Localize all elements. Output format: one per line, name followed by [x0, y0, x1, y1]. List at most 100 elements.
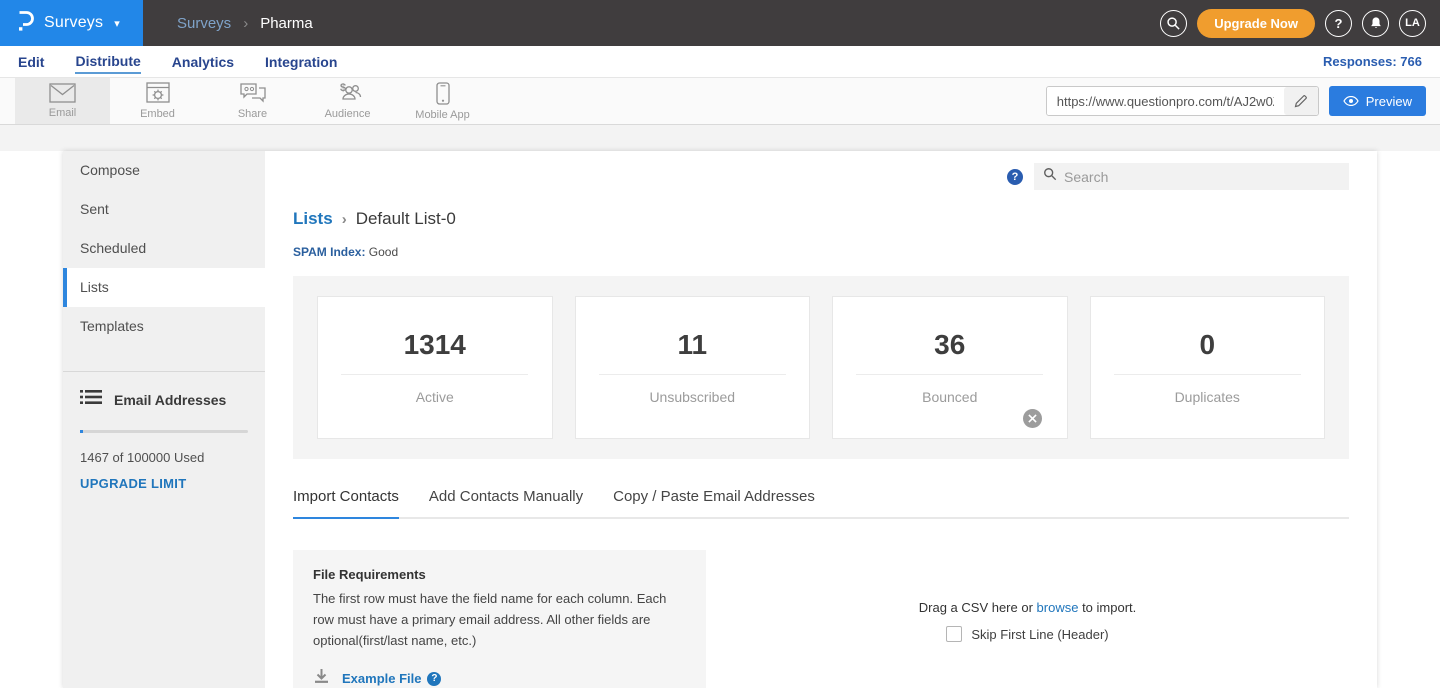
tab-distribute[interactable]: Distribute — [75, 49, 140, 74]
tab-edit[interactable]: Edit — [18, 50, 44, 73]
svg-text:$: $ — [340, 82, 346, 94]
breadcrumb-chevron-icon: › — [342, 211, 347, 228]
questionpro-logo-icon — [16, 9, 35, 37]
responses-count[interactable]: Responses: 766 — [1323, 54, 1422, 69]
stat-card-active: 1314 Active — [317, 296, 553, 439]
sidebar-item-compose[interactable]: Compose — [63, 151, 265, 190]
content-card: Compose Sent Scheduled Lists Templates E… — [63, 151, 1377, 688]
toolbar-item-email[interactable]: Email — [15, 78, 110, 124]
stat-card-duplicates: 0 Duplicates — [1090, 296, 1326, 439]
contact-search-box — [1034, 163, 1349, 190]
toolbar-item-label: Mobile App — [415, 109, 469, 121]
usage-text: 1467 of 100000 Used — [80, 450, 248, 465]
dropzone-text-after: to import. — [1078, 600, 1136, 615]
preview-label: Preview — [1366, 94, 1412, 109]
product-switcher[interactable]: Surveys ▾ — [0, 0, 143, 46]
toolbar-item-label: Embed — [140, 108, 175, 120]
spam-index-value: Good — [369, 245, 398, 259]
sidebar-item-scheduled[interactable]: Scheduled — [63, 229, 265, 268]
breadcrumb-current-survey: Pharma — [260, 15, 313, 32]
stat-label: Active — [318, 389, 552, 405]
csv-dropzone[interactable]: Drag a CSV here or browse to import. Ski… — [706, 550, 1349, 688]
stat-card-bounced: 36 Bounced — [832, 296, 1068, 439]
download-icon — [313, 668, 330, 688]
dropzone-text: Drag a CSV here or browse to import. — [919, 600, 1137, 615]
tab-integration[interactable]: Integration — [265, 50, 337, 73]
help-icon[interactable]: ? — [1325, 10, 1352, 37]
stat-label: Unsubscribed — [576, 389, 810, 405]
usage-progress-fill — [80, 430, 83, 433]
file-requirements-title: File Requirements — [313, 567, 686, 582]
stat-divider — [599, 374, 786, 375]
stat-card-unsubscribed: 11 Unsubscribed — [575, 296, 811, 439]
stat-label: Duplicates — [1091, 389, 1325, 405]
main-content: ? Lists › Default List-0 SPAM Index: Goo… — [265, 151, 1377, 688]
breadcrumb-lists-link[interactable]: Lists — [293, 209, 333, 229]
survey-url-input[interactable] — [1047, 87, 1284, 115]
breadcrumb-chevron-icon: › — [243, 15, 248, 32]
tab-import-contacts[interactable]: Import Contacts — [293, 488, 399, 519]
edit-url-pencil-icon[interactable] — [1284, 87, 1318, 115]
distribute-toolbar: Email Embed Share $ Audience Mobile App — [0, 77, 1440, 125]
example-file-help-icon[interactable]: ? — [427, 672, 441, 686]
top-bar: Surveys ▾ Surveys › Pharma Upgrade Now ?… — [0, 0, 1440, 46]
sidebar-item-templates[interactable]: Templates — [63, 307, 265, 346]
breadcrumb-surveys-link[interactable]: Surveys — [177, 15, 231, 32]
notifications-bell-icon[interactable] — [1362, 10, 1389, 37]
stat-divider — [341, 374, 528, 375]
skip-first-line-checkbox[interactable] — [946, 626, 962, 642]
avatar[interactable]: LA — [1399, 10, 1426, 37]
tab-analytics[interactable]: Analytics — [172, 50, 234, 73]
search-icon — [1043, 167, 1057, 186]
toolbar-item-mobile-app[interactable]: Mobile App — [395, 78, 490, 124]
upgrade-now-button[interactable]: Upgrade Now — [1197, 9, 1315, 38]
sidebar-item-sent[interactable]: Sent — [63, 190, 265, 229]
toolbar-item-label: Email — [49, 107, 77, 119]
search-icon[interactable] — [1160, 10, 1187, 37]
example-file-link[interactable]: Example File — [342, 671, 421, 686]
mobile-app-icon — [436, 82, 450, 105]
stat-value: 36 — [833, 329, 1067, 361]
breadcrumb-current-list: Default List-0 — [356, 209, 456, 229]
stat-value: 1314 — [318, 329, 552, 361]
upgrade-limit-link[interactable]: UPGRADE LIMIT — [80, 476, 248, 491]
skip-first-line-label: Skip First Line (Header) — [971, 627, 1108, 642]
share-icon — [239, 82, 267, 104]
contacts-tabs: Import Contacts Add Contacts Manually Co… — [293, 488, 1349, 519]
dropzone-text-before: Drag a CSV here or — [919, 600, 1037, 615]
product-name: Surveys — [44, 14, 103, 32]
list-lines-icon — [80, 389, 102, 410]
toolbar-item-embed[interactable]: Embed — [110, 78, 205, 124]
list-help-icon[interactable]: ? — [1007, 169, 1023, 185]
breadcrumb: Surveys › Pharma — [143, 0, 1160, 46]
tab-add-contacts-manually[interactable]: Add Contacts Manually — [429, 488, 583, 519]
spam-index-label: SPAM Index: — [293, 245, 365, 259]
survey-subnav: Edit Distribute Analytics Integration Re… — [0, 46, 1440, 77]
tab-copy-paste-email-addresses[interactable]: Copy / Paste Email Addresses — [613, 488, 815, 519]
topbar-actions: Upgrade Now ? LA — [1160, 0, 1440, 46]
file-requirements-box: File Requirements The first row must hav… — [293, 550, 706, 688]
email-addresses-title: Email Addresses — [114, 392, 226, 408]
email-icon — [49, 83, 76, 103]
embed-icon — [146, 82, 170, 104]
sidebar-item-lists[interactable]: Lists — [63, 268, 265, 307]
search-input[interactable] — [1064, 169, 1340, 185]
toolbar-item-audience[interactable]: $ Audience — [300, 78, 395, 124]
audience-icon: $ — [334, 82, 362, 104]
preview-button[interactable]: Preview — [1329, 86, 1426, 116]
stat-value: 11 — [576, 329, 810, 361]
usage-progress-bar — [80, 430, 248, 433]
remove-bounced-icon[interactable] — [1023, 409, 1042, 428]
file-requirements-body: The first row must have the field name f… — [313, 589, 673, 651]
stat-divider — [1114, 374, 1301, 375]
browse-link[interactable]: browse — [1037, 600, 1079, 615]
list-breadcrumb: Lists › Default List-0 — [293, 209, 1349, 229]
survey-url-group — [1046, 86, 1319, 116]
email-addresses-section: Email Addresses 1467 of 100000 Used UPGR… — [63, 372, 265, 508]
stat-value: 0 — [1091, 329, 1325, 361]
page-body: Compose Sent Scheduled Lists Templates E… — [0, 151, 1440, 688]
toolbar-item-label: Share — [238, 108, 267, 120]
toolbar-item-label: Audience — [325, 108, 371, 120]
toolbar-item-share[interactable]: Share — [205, 78, 300, 124]
spam-index: SPAM Index: Good — [293, 245, 1349, 259]
